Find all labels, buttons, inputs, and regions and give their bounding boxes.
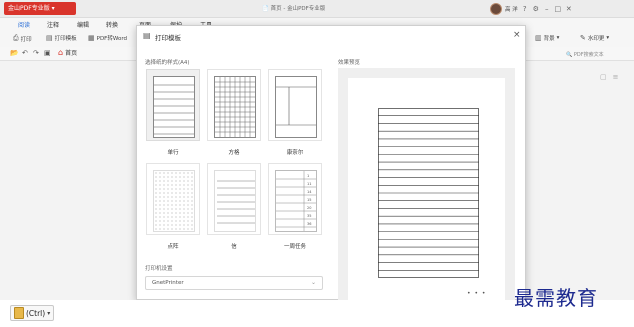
dialog-header: ▤ 打印模板 × bbox=[137, 26, 525, 46]
pdf-to-word-button[interactable]: ▦ PDF转Word bbox=[88, 34, 127, 42]
dialog-close-button[interactable]: × bbox=[513, 30, 521, 40]
tab-annotate[interactable]: 注释 bbox=[47, 20, 59, 29]
template-cornell[interactable] bbox=[268, 69, 322, 141]
template-week-thumbnail: 1 11 14 15 20 35 36 bbox=[275, 170, 317, 232]
background-button[interactable]: ▥ 背景 ▾ bbox=[535, 34, 559, 42]
template-grid[interactable] bbox=[207, 69, 261, 141]
user-area: 高 洋 ? ⚙ – □ ✕ bbox=[490, 2, 573, 16]
watermark-icon: ✎ bbox=[580, 34, 586, 42]
home-icon: ⌂ bbox=[58, 48, 64, 57]
undo-icon[interactable]: ↶ bbox=[22, 49, 28, 57]
template-grid-label: 方格 bbox=[228, 150, 240, 156]
template-lines-thumbnail bbox=[153, 76, 195, 138]
template-cornell-label: 康奈尔 bbox=[286, 150, 304, 156]
template-icon: ▤ bbox=[143, 31, 151, 40]
week-number: 20 bbox=[307, 206, 311, 210]
template-icon: ▤ bbox=[46, 34, 53, 42]
template-cornell-thumbnail bbox=[275, 76, 317, 138]
app-name-label: 金山PDF专业版 bbox=[8, 5, 50, 12]
paste-options-button[interactable]: (Ctrl) ▾ bbox=[10, 305, 55, 321]
grid-thumbnail-svg bbox=[215, 77, 255, 137]
week-number: 11 bbox=[307, 182, 311, 186]
user-name[interactable]: 高 洋 bbox=[505, 5, 518, 13]
dialog-title: 打印模板 bbox=[155, 34, 181, 42]
lines-thumbnail-svg bbox=[154, 84, 194, 135]
week-number: 35 bbox=[307, 214, 311, 218]
print-button[interactable]: ⎙ 打印 bbox=[13, 34, 32, 43]
minimize-icon[interactable]: – bbox=[543, 5, 551, 13]
print-template-dialog: ▤ 打印模板 × 选择纸的样式(A4) 效果预览 单行 方格 康奈尔 点阵 信 … bbox=[136, 25, 526, 300]
watermark-tool-label: 水印更 bbox=[587, 36, 605, 42]
pager-dots[interactable]: • • • bbox=[467, 290, 486, 297]
template-week-tasks[interactable]: 1 11 14 15 20 35 36 bbox=[268, 163, 322, 235]
pdf-to-word-label: PDF转Word bbox=[96, 36, 127, 42]
chevron-down-icon: ▾ bbox=[47, 309, 51, 317]
print-label: 打印 bbox=[20, 36, 32, 43]
paste-options-label: (Ctrl) bbox=[26, 308, 46, 318]
background-label: 背景 bbox=[543, 36, 555, 42]
template-lines-label: 单行 bbox=[167, 150, 179, 156]
template-week-label: 一周任务 bbox=[283, 244, 306, 250]
week-number: 36 bbox=[307, 222, 311, 226]
pdf-app-window: 金山PDF专业版 ▾ 📄 首页 - 金山PDF专业版 高 洋 ? ⚙ – □ ✕… bbox=[0, 0, 634, 300]
print-template-button[interactable]: ▤ 打印模板 bbox=[46, 34, 77, 42]
template-letter-label: 信 bbox=[231, 244, 237, 250]
week-number: 14 bbox=[307, 190, 312, 194]
title-bar: 金山PDF专业版 ▾ 📄 首页 - 金山PDF专业版 高 洋 ? ⚙ – □ ✕ bbox=[0, 0, 634, 18]
template-grid-thumbnail bbox=[214, 76, 256, 138]
preview-lines bbox=[378, 108, 479, 278]
preview-page: • • • bbox=[348, 78, 505, 300]
print-template-label: 打印模板 bbox=[54, 36, 77, 42]
tab-edit[interactable]: 编辑 bbox=[77, 20, 89, 29]
template-dots-thumbnail bbox=[153, 170, 195, 232]
week-number: 15 bbox=[307, 198, 311, 202]
list-icon[interactable]: ≡ bbox=[613, 73, 625, 81]
chevron-down-icon: ⌄ bbox=[310, 279, 316, 286]
home-tab-label: 首页 bbox=[65, 50, 78, 57]
watermark-logo-text: 最需教育 bbox=[514, 286, 598, 310]
week-number: 1 bbox=[307, 174, 309, 178]
preview-label: 效果预览 bbox=[338, 60, 361, 66]
save-icon[interactable]: ▣ bbox=[44, 49, 51, 57]
tab-convert[interactable]: 转换 bbox=[106, 20, 118, 29]
letter-thumbnail-svg bbox=[217, 180, 255, 224]
window-title-text: 首页 - 金山PDF专业版 bbox=[270, 6, 326, 12]
template-dots[interactable] bbox=[146, 163, 200, 235]
paper-style-label: 选择纸的样式(A4) bbox=[145, 60, 190, 66]
panel-icon[interactable]: ▢ bbox=[600, 73, 613, 81]
printer-settings-label: 打印机设置 bbox=[145, 266, 173, 272]
template-letter-thumbnail bbox=[214, 170, 256, 232]
template-letter[interactable] bbox=[207, 163, 261, 235]
watermark-tool-button[interactable]: ✎ 水印更 ▾ bbox=[580, 34, 609, 42]
clipboard-icon bbox=[14, 307, 24, 319]
convert-icon: ▦ bbox=[88, 34, 95, 42]
printer-select[interactable]: GnetPrinter ⌄ bbox=[145, 276, 323, 290]
search-hint[interactable]: 🔍 PDF搜索文本 bbox=[566, 51, 604, 58]
redo-icon[interactable]: ↷ bbox=[33, 49, 39, 57]
open-folder-icon[interactable]: 📂 bbox=[10, 49, 19, 57]
printer-icon: ⎙ bbox=[13, 34, 19, 42]
home-tab[interactable]: ⌂ 首页 bbox=[58, 48, 77, 57]
preview-area: • • • bbox=[338, 68, 515, 300]
window-title: 📄 首页 - 金山PDF专业版 bbox=[262, 6, 326, 12]
week-thumbnail-svg: 1 11 14 15 20 35 36 bbox=[276, 171, 316, 231]
template-dots-label: 点阵 bbox=[167, 244, 179, 250]
search-hint-text: PDF搜索文本 bbox=[573, 52, 604, 58]
avatar[interactable] bbox=[490, 3, 502, 15]
background-icon: ▥ bbox=[535, 34, 542, 42]
help-icon[interactable]: ? bbox=[521, 5, 529, 13]
maximize-icon[interactable]: □ bbox=[554, 5, 562, 13]
right-panel-icons: ▢≡ bbox=[600, 73, 625, 81]
tab-read[interactable]: 阅读 bbox=[18, 20, 30, 29]
dots-thumbnail-svg bbox=[154, 171, 194, 231]
template-lines[interactable] bbox=[146, 69, 200, 141]
close-window-icon[interactable]: ✕ bbox=[565, 5, 573, 13]
cornell-thumbnail-svg bbox=[276, 86, 316, 126]
app-menu-button[interactable]: 金山PDF专业版 ▾ bbox=[4, 2, 76, 15]
settings-icon[interactable]: ⚙ bbox=[532, 5, 540, 13]
printer-select-value: GnetPrinter bbox=[152, 280, 184, 286]
